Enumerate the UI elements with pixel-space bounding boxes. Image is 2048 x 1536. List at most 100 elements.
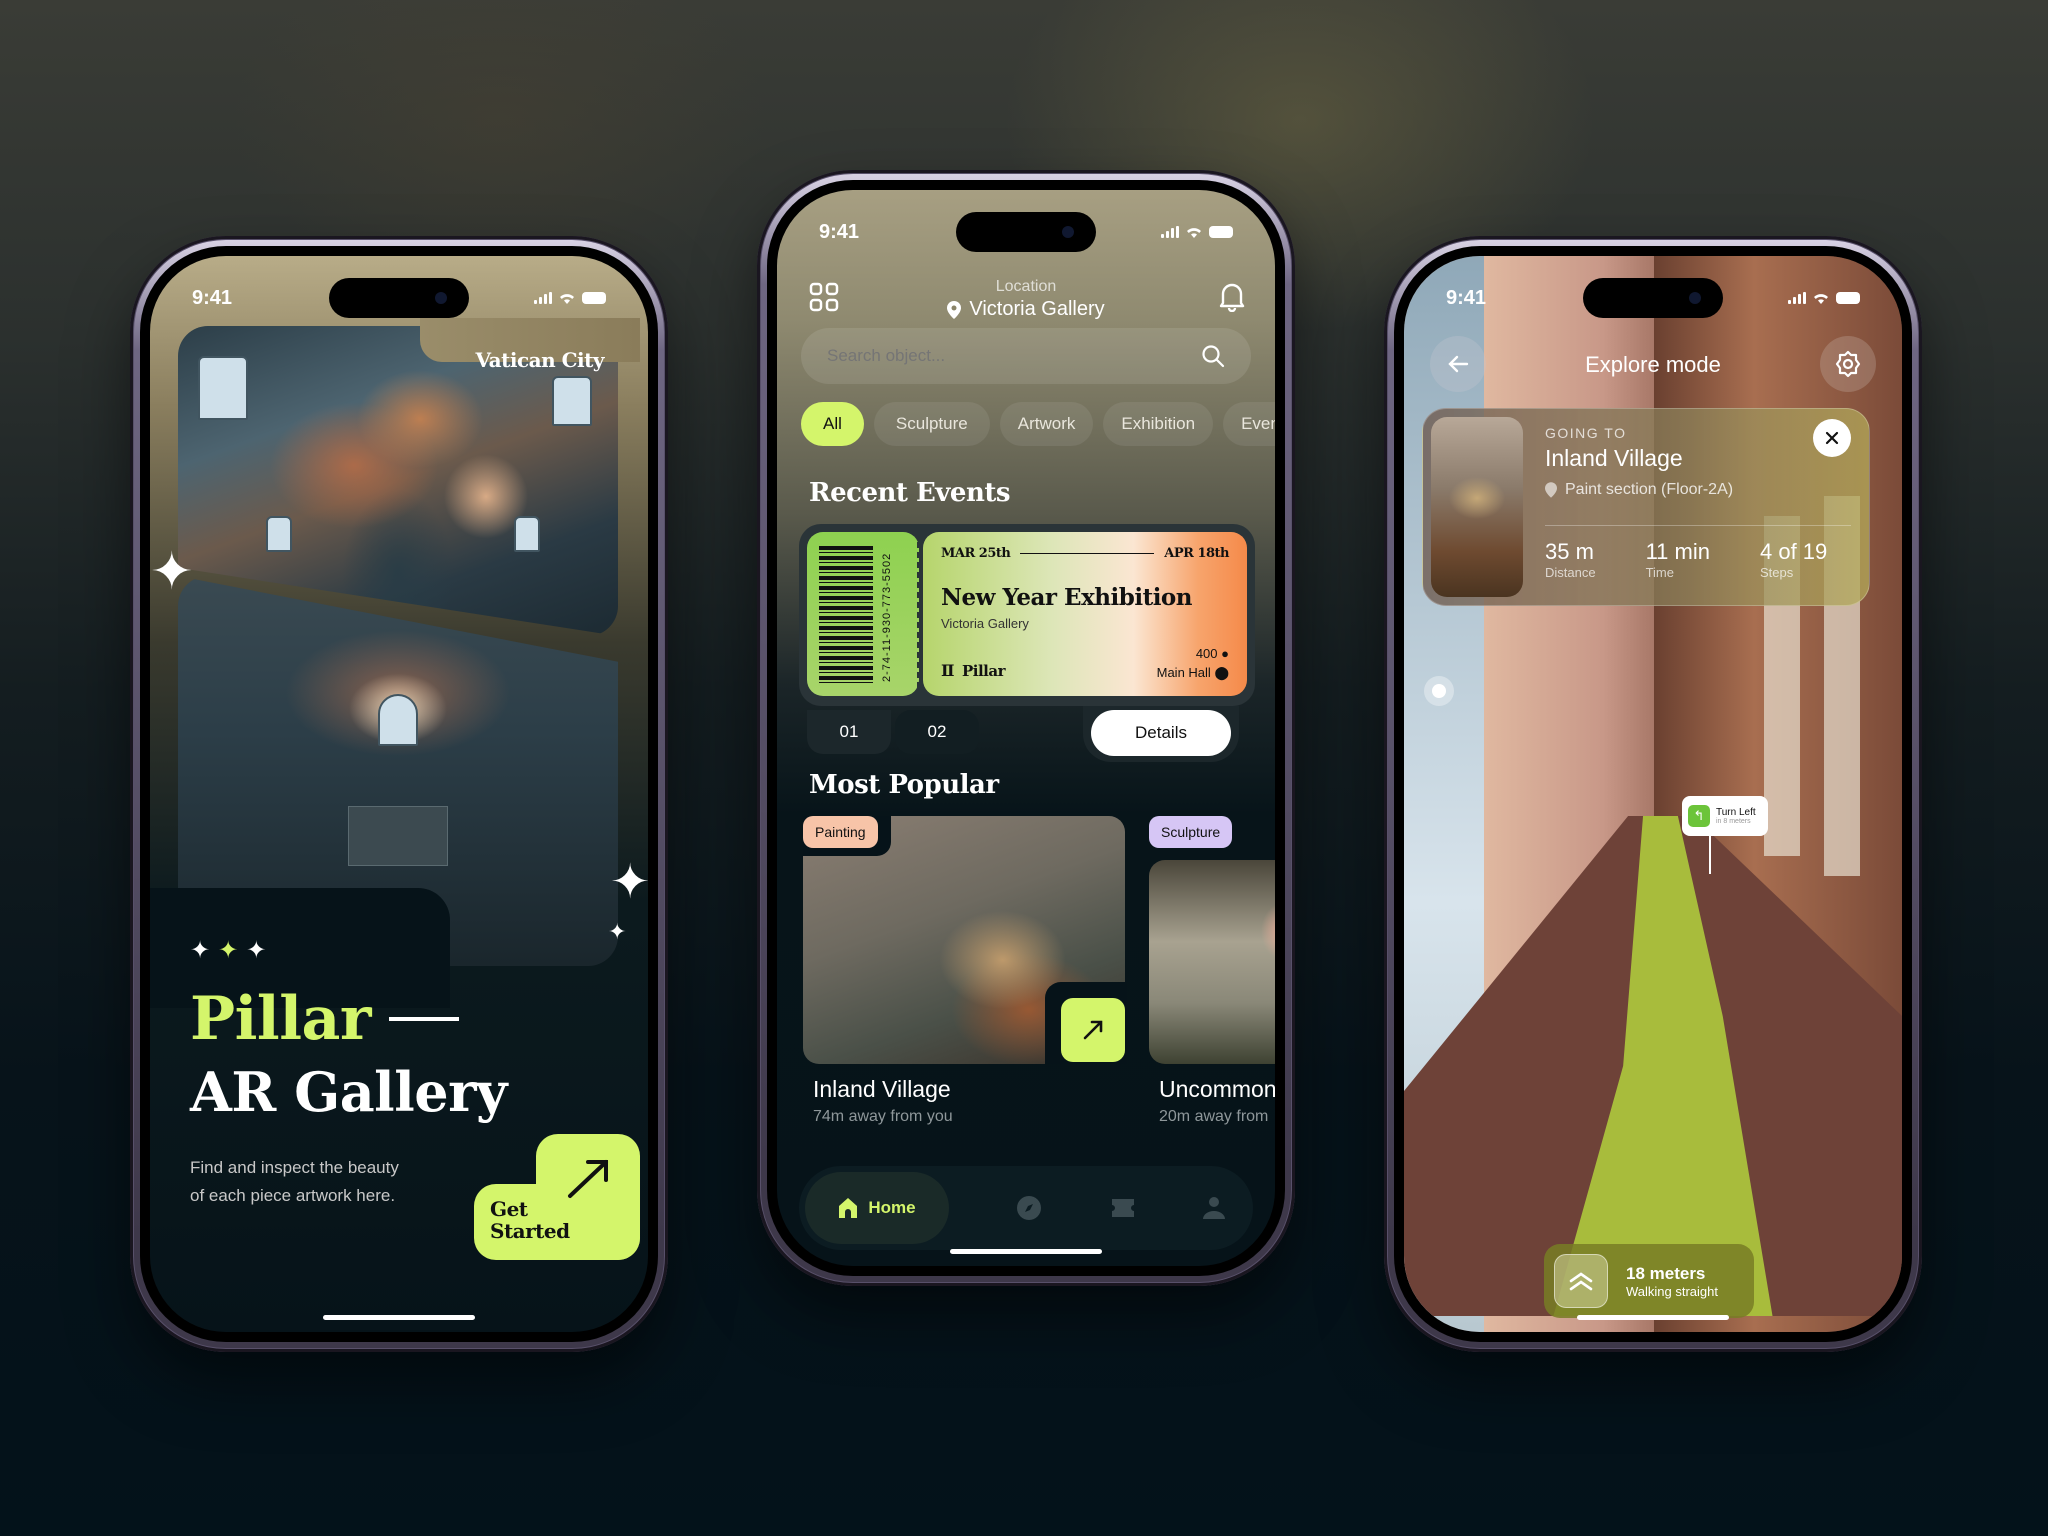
location-pin-icon xyxy=(1545,482,1557,498)
pillar-logo-icon: Ⅱ xyxy=(941,661,954,680)
sparkle-icon: ✦ xyxy=(610,854,648,910)
popular-card[interactable]: Painting xyxy=(803,816,1127,1064)
location-label: Vatican City xyxy=(475,348,605,372)
ticket-code: 2-74-11-930-773-5502 xyxy=(881,552,893,682)
ticket-body: MAR 25th APR 18th New Year Exhibition Vi… xyxy=(923,532,1247,696)
destination-name: Inland Village xyxy=(1545,445,1683,471)
sparkle-icon: ✦ xyxy=(190,936,211,964)
settings-button[interactable] xyxy=(1820,336,1876,392)
barcode xyxy=(819,546,873,684)
dynamic-island xyxy=(956,212,1096,252)
destination-card[interactable]: GOING TO Inland Village Paint section (F… xyxy=(1422,408,1870,606)
tab-all[interactable]: All xyxy=(801,402,864,446)
description: Find and inspect the beauty of each piec… xyxy=(190,1158,399,1205)
location-header[interactable]: Location Victoria Gallery xyxy=(777,278,1275,321)
location-pin-icon xyxy=(947,300,962,319)
search-bar[interactable] xyxy=(801,328,1251,384)
ticket-icon[interactable] xyxy=(1110,1197,1136,1219)
home-indicator xyxy=(1577,1315,1729,1320)
tab-exhibition[interactable]: Exhibition xyxy=(1103,402,1214,446)
phone-explore: 9:41 Explore mode GOING TO Inland Villag… xyxy=(1384,236,1922,1352)
location-caption: Location xyxy=(995,278,1057,295)
bell-icon[interactable] xyxy=(1219,282,1245,312)
dynamic-island xyxy=(329,278,469,318)
sparkle-icon: ✦ xyxy=(608,920,627,945)
stat-distance: 35 m Distance xyxy=(1545,539,1596,580)
onboarding-screen: 9:41 Vatican City ✦ ✦ ✦ ✦ ✦ ✦ Pillar AR … xyxy=(150,256,648,1332)
stat-time: 11 min Time xyxy=(1645,539,1710,580)
recent-events-title: Recent Events xyxy=(809,478,1011,508)
event-ticket[interactable]: 2-74-11-930-773-5502 MAR 25th APR 18th N… xyxy=(799,524,1255,706)
title-line-2: AR Gallery xyxy=(190,1060,507,1124)
turn-left-icon: ↰ xyxy=(1688,805,1710,827)
ticket-stub: 2-74-11-930-773-5502 xyxy=(807,532,919,696)
title-dash xyxy=(388,1017,459,1021)
home-screen: 9:41 Location Victoria Gallery All Sculp… xyxy=(777,190,1275,1266)
ticket-attendees: 400 xyxy=(1195,646,1218,661)
popular-card[interactable]: Sculpture xyxy=(1149,816,1275,1064)
signal-icon xyxy=(1788,292,1806,304)
artwork-distance: 74m away from you xyxy=(813,1108,953,1125)
open-artwork-button[interactable] xyxy=(1061,998,1125,1062)
category-tag: Sculpture xyxy=(1149,816,1233,848)
home-indicator xyxy=(323,1315,475,1320)
ticket-venue: Victoria Gallery xyxy=(941,616,1029,631)
sparkle-icon: ✦ xyxy=(150,542,194,602)
sparkle-icon: ✦ xyxy=(218,936,239,964)
most-popular-title: Most Popular xyxy=(809,770,999,800)
going-to-caption: GOING TO xyxy=(1545,425,1627,441)
double-chevron-up-icon xyxy=(1554,1254,1608,1308)
pager-01[interactable]: 01 xyxy=(807,710,891,754)
ticket-start-date: MAR 25th xyxy=(941,546,1011,561)
arrow-up-right-icon xyxy=(1083,1020,1103,1040)
compass-icon[interactable] xyxy=(1016,1195,1042,1221)
battery-icon xyxy=(1209,226,1233,238)
title-line-1: Pillar xyxy=(190,984,371,1054)
tab-event[interactable]: Event xyxy=(1223,402,1275,446)
get-started-button[interactable]: Get Started xyxy=(474,1134,640,1260)
home-indicator xyxy=(950,1249,1102,1254)
person-icon: ● xyxy=(1221,646,1229,661)
walking-banner: 18 meters Walking straight xyxy=(1544,1244,1754,1318)
profile-icon[interactable] xyxy=(1202,1196,1225,1220)
ticket-hall: Main Hall xyxy=(1156,665,1211,680)
artwork-name: Uncommon xyxy=(1159,1076,1275,1102)
sparkle-icon: ✦ xyxy=(246,936,267,964)
ticket-pager: 01 02 xyxy=(807,710,979,754)
search-icon[interactable] xyxy=(1201,344,1225,368)
nav-home[interactable]: Home xyxy=(805,1172,949,1244)
close-button[interactable] xyxy=(1813,419,1851,457)
phone-onboarding: 9:41 Vatican City ✦ ✦ ✦ ✦ ✦ ✦ Pillar AR … xyxy=(130,236,668,1352)
destination-thumbnail xyxy=(1431,417,1523,597)
category-tabs: All Sculpture Artwork Exhibition Event xyxy=(801,402,1275,446)
app-title: Pillar xyxy=(190,984,459,1054)
details-button[interactable]: Details xyxy=(1091,710,1231,756)
location-pin-icon: ⬤ xyxy=(1214,665,1229,680)
signal-icon xyxy=(534,292,552,304)
turn-sign: ↰ Turn Left in 8 meters xyxy=(1682,796,1768,836)
dynamic-island xyxy=(1583,278,1723,318)
bottom-nav: Home xyxy=(799,1166,1253,1250)
status-time: 9:41 xyxy=(819,220,860,243)
battery-icon xyxy=(1836,292,1860,304)
wifi-icon xyxy=(1187,227,1201,238)
search-input[interactable] xyxy=(827,346,1127,366)
gear-icon xyxy=(1835,350,1861,378)
tab-artwork[interactable]: Artwork xyxy=(999,402,1094,446)
ticket-title: New Year Exhibition xyxy=(941,584,1193,611)
ticket-brand: Ⅱ Pillar xyxy=(941,661,1005,680)
pager-02[interactable]: 02 xyxy=(895,710,979,754)
artwork-distance: 20m away from xyxy=(1159,1108,1269,1125)
arrow-up-right-icon xyxy=(568,1160,608,1198)
tab-sculpture[interactable]: Sculpture xyxy=(873,402,990,446)
battery-icon xyxy=(582,292,606,304)
stat-steps: 4 of 19 Steps xyxy=(1759,539,1828,580)
wifi-icon xyxy=(560,293,574,304)
status-time: 9:41 xyxy=(1446,286,1487,309)
category-tag: Painting xyxy=(803,816,878,848)
ticket-end-date: APR 18th xyxy=(1164,546,1229,561)
destination-section: Paint section (Floor-2A) xyxy=(1565,481,1734,498)
sparkle-row: ✦ ✦ ✦ xyxy=(190,936,266,964)
signal-icon xyxy=(1161,226,1179,238)
close-icon xyxy=(1825,431,1839,445)
